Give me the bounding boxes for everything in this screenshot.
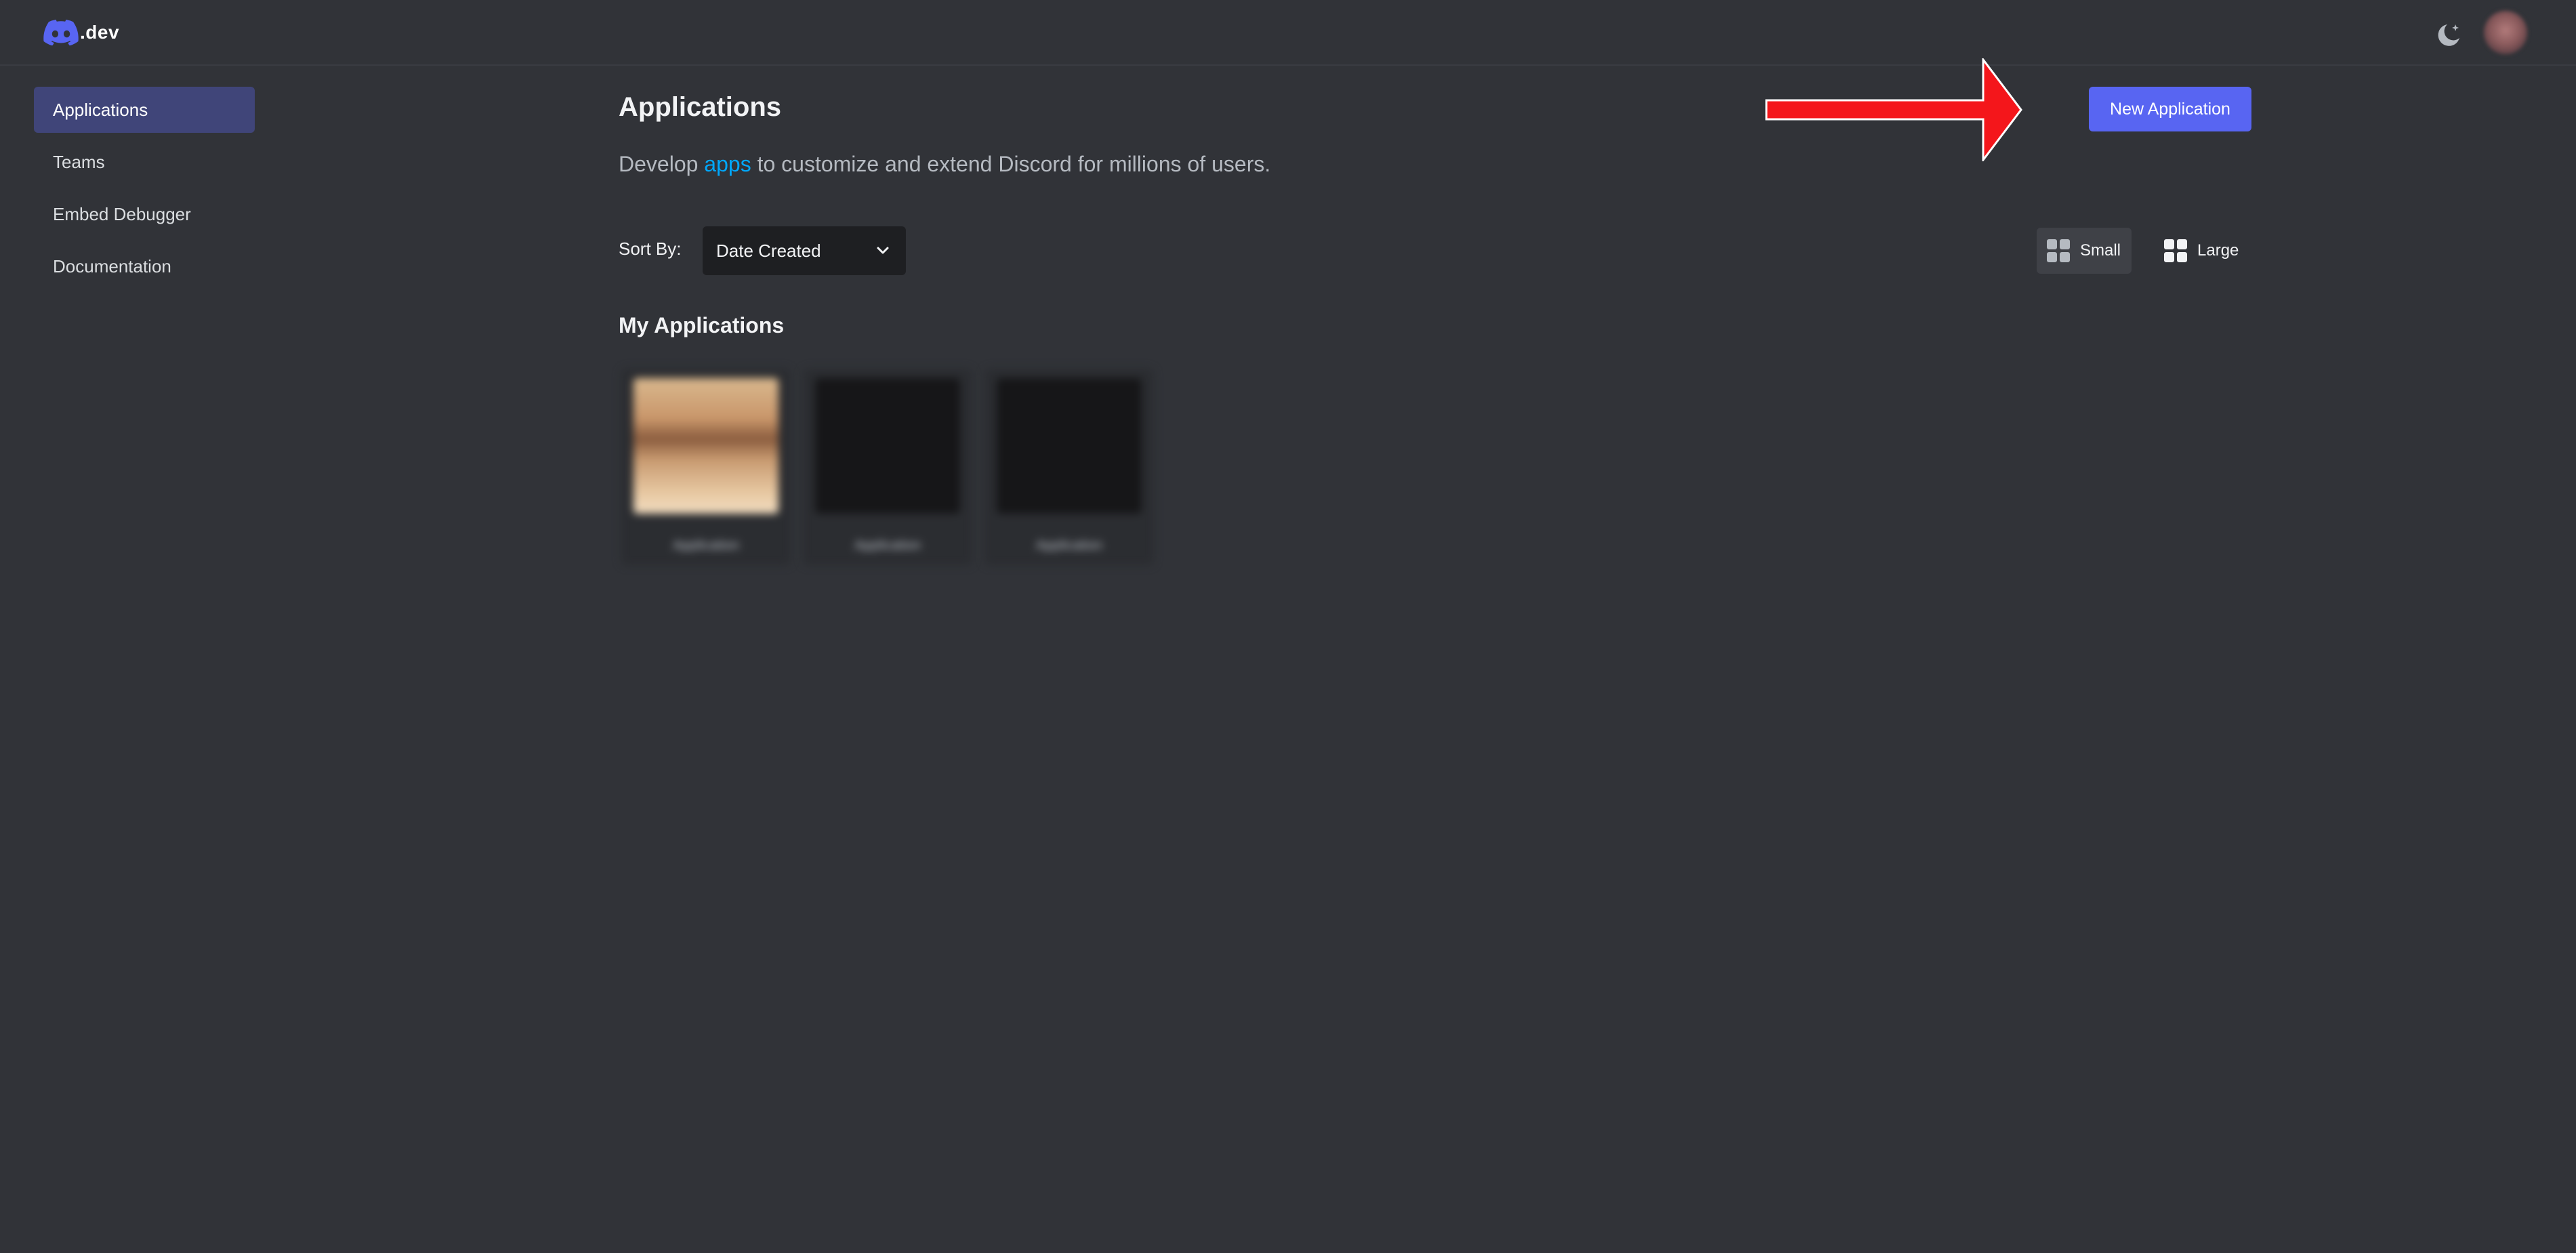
discord-dev-logo[interactable]: .dev xyxy=(43,18,119,47)
sort-by-label: Sort By: xyxy=(619,239,682,259)
app-icon-placeholder xyxy=(815,378,960,514)
app-icon-placeholder xyxy=(997,378,1142,514)
sort-by-select[interactable]: Date Created xyxy=(703,226,906,275)
logo-text: .dev xyxy=(80,22,120,43)
apps-link[interactable]: apps xyxy=(704,152,751,176)
theme-toggle-button[interactable] xyxy=(2434,20,2464,50)
size-large-label: Large xyxy=(2197,241,2239,260)
app-name: Application xyxy=(673,538,739,553)
subtitle-suffix: to customize and extend Discord for mill… xyxy=(751,152,1271,176)
new-application-button[interactable]: New Application xyxy=(2089,87,2251,131)
top-bar: .dev xyxy=(0,0,2576,66)
app-card[interactable]: Application xyxy=(621,369,791,565)
grid-large-icon xyxy=(2164,239,2187,262)
sidebar-item-documentation[interactable]: Documentation xyxy=(34,243,255,289)
discord-logo-icon xyxy=(43,20,79,45)
app-card[interactable]: Application xyxy=(984,369,1154,565)
app-icon-image xyxy=(633,378,778,514)
annotation-arrow xyxy=(1765,58,2022,161)
size-small-label: Small xyxy=(2080,241,2121,260)
sidebar-item-applications[interactable]: Applications xyxy=(34,87,255,133)
subtitle-prefix: Develop xyxy=(619,152,705,176)
grid-small-icon xyxy=(2047,239,2070,262)
app-card[interactable]: Application xyxy=(803,369,972,565)
page-title: Applications xyxy=(619,92,782,122)
my-applications-heading: My Applications xyxy=(619,313,785,337)
size-large-toggle[interactable]: Large xyxy=(2154,228,2249,274)
app-name: Application xyxy=(1036,538,1102,553)
sidebar-nav: Applications Teams Embed Debugger Docume… xyxy=(34,87,255,295)
sort-by-value: Date Created xyxy=(716,240,821,261)
app-name: Application xyxy=(854,538,921,553)
sidebar-item-embed-debugger[interactable]: Embed Debugger xyxy=(34,191,255,237)
page-subtitle: Develop apps to customize and extend Dis… xyxy=(619,152,1270,177)
moon-sparkle-icon xyxy=(2438,24,2459,46)
size-small-toggle[interactable]: Small xyxy=(2037,228,2132,274)
user-avatar[interactable] xyxy=(2484,11,2527,54)
sidebar-item-teams[interactable]: Teams xyxy=(34,139,255,185)
chevron-down-icon xyxy=(877,247,889,254)
